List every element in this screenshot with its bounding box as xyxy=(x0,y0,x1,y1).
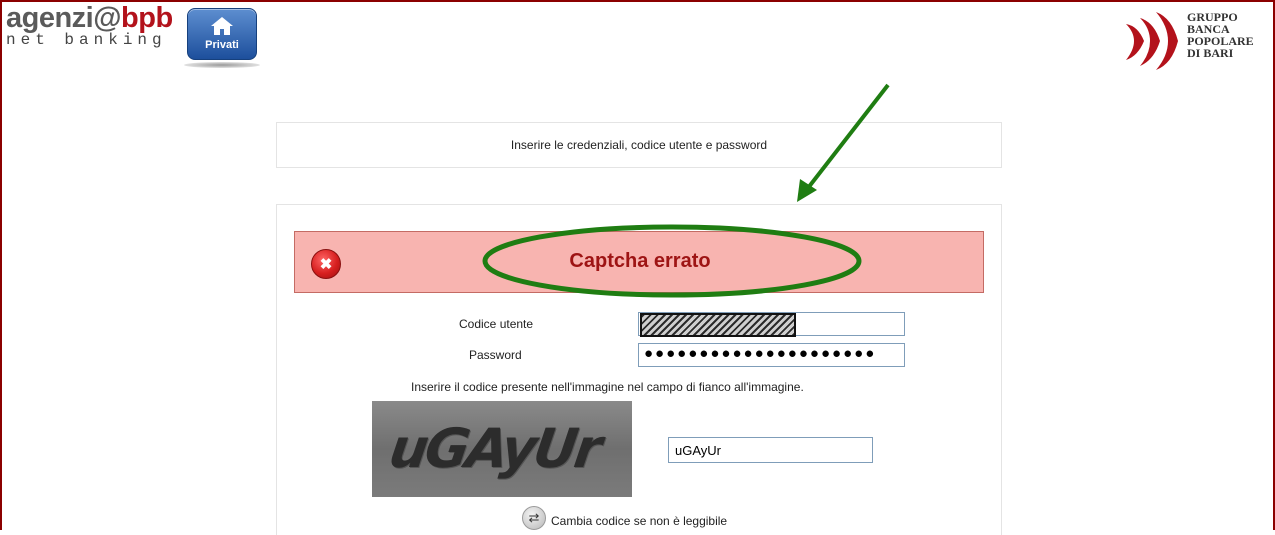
logo-title-part2: bpb xyxy=(121,2,173,34)
annotation-arrow-head xyxy=(797,179,817,202)
home-icon xyxy=(211,17,233,35)
privati-label: Privati xyxy=(205,39,239,51)
password-label: Password xyxy=(469,348,522,362)
error-message: Captcha errato xyxy=(569,250,711,272)
change-code-link[interactable]: Cambia codice se non è leggibile xyxy=(551,514,727,528)
window-frame-left xyxy=(0,0,2,530)
bank-name: GRUPPO BANCA POPOLARE DI BARI xyxy=(1187,11,1254,59)
window-frame-top xyxy=(0,0,1275,2)
credentials-instruction-box: Inserire le credenziali, codice utente e… xyxy=(276,122,1002,168)
user-code-label: Codice utente xyxy=(459,317,534,331)
privati-button-shadow xyxy=(184,62,260,68)
bank-name-line-4: DI BARI xyxy=(1187,46,1234,60)
captcha-image: uGAyUr xyxy=(372,401,632,497)
privati-button[interactable]: Privati xyxy=(187,8,257,60)
logo-subtitle: net banking xyxy=(6,31,167,49)
password-mask: ●●●●●●●●●●●●●●●●●●●●● xyxy=(644,345,877,362)
logo-title: agenzi@bpb xyxy=(6,2,173,34)
refresh-icon[interactable]: ⇄ xyxy=(522,506,546,530)
agenzia-logo[interactable]: agenzi@bpb net banking xyxy=(6,2,173,48)
credentials-instruction: Inserire le credenziali, codice utente e… xyxy=(510,138,768,152)
captcha-instruction: Inserire il codice presente nell'immagin… xyxy=(411,380,804,394)
error-message-box: ✖ Captcha errato xyxy=(294,231,984,293)
captcha-image-text: uGAyUr xyxy=(385,417,603,480)
captcha-input[interactable] xyxy=(668,437,873,463)
bank-logo-mark xyxy=(1126,12,1178,70)
user-code-redaction xyxy=(640,313,796,337)
logo-title-part1: agenzi@ xyxy=(6,2,122,34)
